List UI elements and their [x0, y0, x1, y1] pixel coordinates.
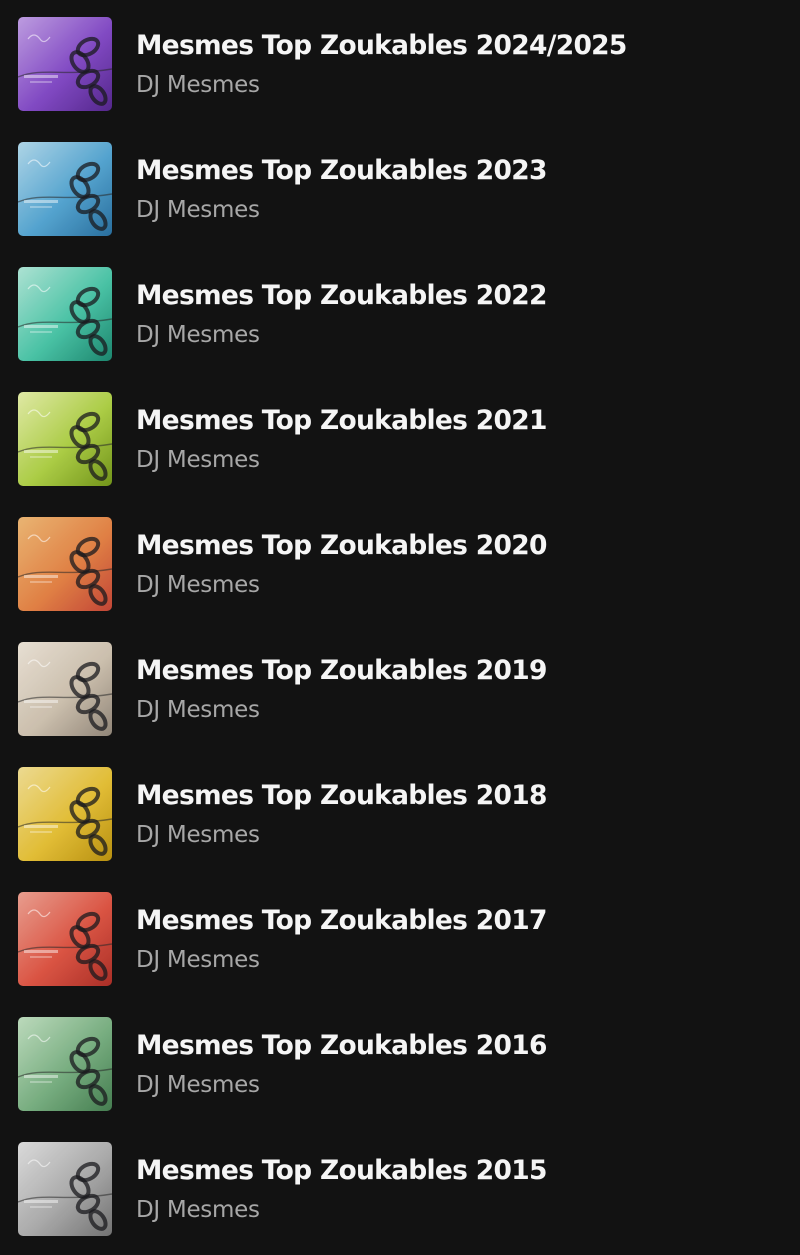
album-cover-chain-icon: [18, 517, 112, 611]
list-item[interactable]: Mesmes Top Zoukables 2020 DJ Mesmes: [0, 502, 800, 626]
album-title[interactable]: Mesmes Top Zoukables 2017: [136, 904, 547, 938]
album-cover[interactable]: [18, 767, 112, 861]
album-cover-chain-icon: [18, 642, 112, 736]
list-item[interactable]: Mesmes Top Zoukables 2024/2025 DJ Mesmes: [0, 2, 800, 126]
album-cover[interactable]: [18, 642, 112, 736]
list-item[interactable]: Mesmes Top Zoukables 2017 DJ Mesmes: [0, 877, 800, 1001]
list-item[interactable]: Mesmes Top Zoukables 2023 DJ Mesmes: [0, 127, 800, 251]
album-title[interactable]: Mesmes Top Zoukables 2018: [136, 779, 547, 813]
album-cover[interactable]: [18, 892, 112, 986]
album-cover-chain-icon: [18, 267, 112, 361]
album-title[interactable]: Mesmes Top Zoukables 2022: [136, 279, 547, 313]
list-item[interactable]: Mesmes Top Zoukables 2021 DJ Mesmes: [0, 377, 800, 501]
album-cover[interactable]: [18, 17, 112, 111]
album-cover-chain-icon: [18, 1017, 112, 1111]
album-artist[interactable]: DJ Mesmes: [136, 695, 547, 725]
album-cover[interactable]: [18, 1142, 112, 1236]
album-cover-chain-icon: [18, 767, 112, 861]
album-cover-chain-icon: [18, 392, 112, 486]
album-list: Mesmes Top Zoukables 2024/2025 DJ Mesmes M…: [0, 0, 800, 1255]
album-cover[interactable]: [18, 517, 112, 611]
album-cover-chain-icon: [18, 1142, 112, 1236]
list-item[interactable]: Mesmes Top Zoukables 2018 DJ Mesmes: [0, 752, 800, 876]
album-text: Mesmes Top Zoukables 2021 DJ Mesmes: [136, 404, 547, 475]
album-artist[interactable]: DJ Mesmes: [136, 945, 547, 975]
list-item[interactable]: Mesmes Top Zoukables 2015 DJ Mesmes: [0, 1127, 800, 1251]
album-title[interactable]: Mesmes Top Zoukables 2024/2025: [136, 29, 627, 63]
list-item[interactable]: Mesmes Top Zoukables 2022 DJ Mesmes: [0, 252, 800, 376]
album-artist[interactable]: DJ Mesmes: [136, 820, 547, 850]
album-artist[interactable]: DJ Mesmes: [136, 195, 547, 225]
album-artist[interactable]: DJ Mesmes: [136, 1070, 547, 1100]
album-title[interactable]: Mesmes Top Zoukables 2021: [136, 404, 547, 438]
list-item[interactable]: Mesmes Top Zoukables 2016 DJ Mesmes: [0, 1002, 800, 1126]
album-artist[interactable]: DJ Mesmes: [136, 1195, 547, 1225]
album-artist[interactable]: DJ Mesmes: [136, 570, 547, 600]
album-text: Mesmes Top Zoukables 2016 DJ Mesmes: [136, 1029, 547, 1100]
album-cover-chain-icon: [18, 17, 112, 111]
album-title[interactable]: Mesmes Top Zoukables 2015: [136, 1154, 547, 1188]
album-text: Mesmes Top Zoukables 2023 DJ Mesmes: [136, 154, 547, 225]
list-item[interactable]: Mesmes Top Zoukables 2019 DJ Mesmes: [0, 627, 800, 751]
album-cover[interactable]: [18, 392, 112, 486]
album-cover[interactable]: [18, 1017, 112, 1111]
album-artist[interactable]: DJ Mesmes: [136, 445, 547, 475]
album-title[interactable]: Mesmes Top Zoukables 2019: [136, 654, 547, 688]
album-text: Mesmes Top Zoukables 2019 DJ Mesmes: [136, 654, 547, 725]
album-artist[interactable]: DJ Mesmes: [136, 320, 547, 350]
album-text: Mesmes Top Zoukables 2024/2025 DJ Mesmes: [136, 29, 627, 100]
album-text: Mesmes Top Zoukables 2017 DJ Mesmes: [136, 904, 547, 975]
album-cover-chain-icon: [18, 142, 112, 236]
album-title[interactable]: Mesmes Top Zoukables 2023: [136, 154, 547, 188]
album-text: Mesmes Top Zoukables 2022 DJ Mesmes: [136, 279, 547, 350]
album-title[interactable]: Mesmes Top Zoukables 2016: [136, 1029, 547, 1063]
album-cover[interactable]: [18, 267, 112, 361]
album-cover-chain-icon: [18, 892, 112, 986]
album-title[interactable]: Mesmes Top Zoukables 2020: [136, 529, 547, 563]
album-text: Mesmes Top Zoukables 2020 DJ Mesmes: [136, 529, 547, 600]
album-cover[interactable]: [18, 142, 112, 236]
album-text: Mesmes Top Zoukables 2018 DJ Mesmes: [136, 779, 547, 850]
album-artist[interactable]: DJ Mesmes: [136, 70, 627, 100]
album-text: Mesmes Top Zoukables 2015 DJ Mesmes: [136, 1154, 547, 1225]
